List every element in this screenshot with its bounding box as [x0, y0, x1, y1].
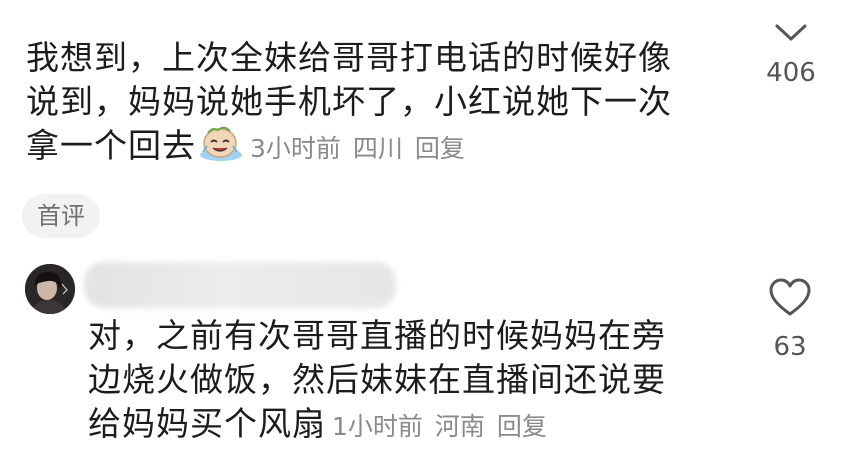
- comment-1-line: 我想到，上次全妹给哥哥打电话的时候好像: [26, 38, 672, 77]
- comment-1-line: 说到，妈妈说她手机坏了，小红说她下一次: [26, 82, 672, 121]
- first-comment-badge: 首评: [22, 194, 100, 238]
- username-redacted: [84, 262, 396, 308]
- heart-icon[interactable]: [768, 278, 812, 318]
- comment-1-time: 3小时前: [250, 134, 341, 163]
- laughing-emoji-icon: [198, 125, 244, 161]
- comment-1-line: 拿一个回去: [26, 126, 196, 165]
- comment-1-line-last: 拿一个回去 3小时前 四川 回复: [26, 124, 716, 171]
- comment-2-time: 1小时前: [332, 412, 423, 441]
- comment-1-count: 406: [766, 58, 816, 88]
- comment-2-reply-button[interactable]: 回复: [497, 412, 547, 441]
- comment-2-text: 对，之前有次哥哥直播的时候妈妈在旁 边烧火做饭，然后妹妹在直播间还说要 给妈妈买…: [88, 314, 728, 449]
- comment-2-line: 对，之前有次哥哥直播的时候妈妈在旁: [88, 316, 666, 355]
- comment-2-line: 边烧火做饭，然后妹妹在直播间还说要: [88, 360, 666, 399]
- comment-2-line-last: 给妈妈买个风扇 1小时前 河南 回复: [88, 402, 728, 449]
- chevron-down-icon[interactable]: [773, 22, 809, 44]
- comment-2-location: 河南: [434, 412, 485, 441]
- like-count: 63: [773, 332, 807, 362]
- comment-1-reply-button[interactable]: 回复: [415, 134, 465, 163]
- comment-1-meta: 3小时前 四川 回复: [250, 134, 477, 163]
- avatar[interactable]: [25, 264, 75, 314]
- comment-2-meta: 1小时前 河南 回复: [332, 412, 559, 441]
- comment-1-text: 我想到，上次全妹给哥哥打电话的时候好像 说到，妈妈说她手机坏了，小红说她下一次 …: [26, 36, 716, 171]
- comment-1-location: 四川: [352, 134, 403, 163]
- comment-2-line: 给妈妈买个风扇: [88, 404, 326, 443]
